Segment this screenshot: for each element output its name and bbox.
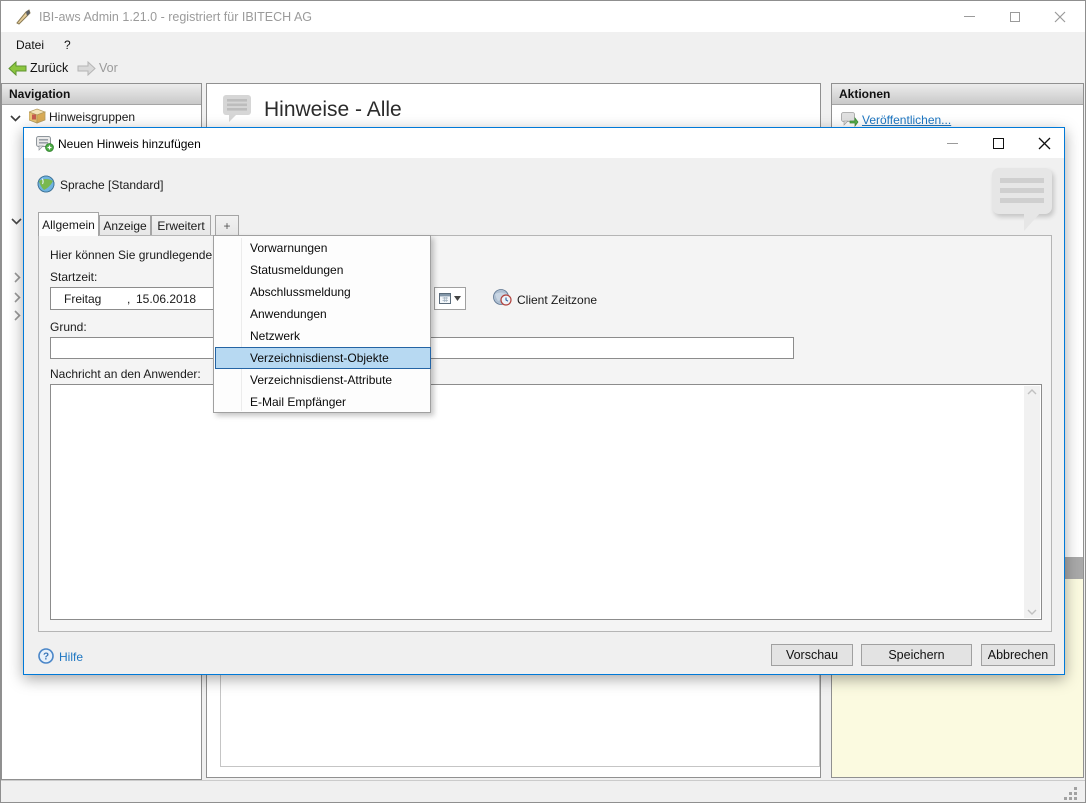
dialog-minimize-button[interactable]: [930, 128, 974, 158]
menu-bar: [1, 32, 1085, 56]
intro-text: Hier können Sie grundlegende Ei: [50, 248, 226, 262]
chevron-right-icon[interactable]: [13, 310, 22, 321]
textarea-scrollbar[interactable]: [1024, 386, 1040, 618]
speech-bubble-icon: [222, 94, 254, 124]
menu-help[interactable]: ?: [59, 36, 76, 54]
dialog-bubble-add-icon: [36, 136, 55, 152]
calendar-dropdown-button[interactable]: [434, 287, 466, 310]
close-button[interactable]: [1037, 1, 1082, 32]
forward-button: Vor: [99, 61, 118, 75]
client-timezone-label: Client Zeitzone: [517, 293, 597, 307]
chevron-down-icon: [454, 296, 461, 301]
maximize-button[interactable]: [992, 1, 1037, 32]
status-bar: [1, 780, 1085, 803]
scroll-up-icon[interactable]: [1027, 389, 1037, 395]
start-day[interactable]: Freitag: [64, 292, 101, 306]
watermark-bubble-icon: [992, 168, 1052, 214]
actions-header: Aktionen: [832, 84, 1083, 105]
hinweisgruppen-package-icon: [29, 108, 46, 124]
dialog-close-button[interactable]: [1022, 128, 1066, 158]
help-icon: ?: [38, 648, 54, 664]
minimize-button[interactable]: [947, 1, 992, 32]
nachricht-label: Nachricht an den Anwender:: [50, 367, 201, 381]
svg-text:?: ?: [43, 652, 49, 663]
chevron-right-icon[interactable]: [13, 292, 22, 303]
menu-item-verzeichnisdienst-attribute[interactable]: Verzeichnisdienst-Attribute: [215, 369, 431, 391]
add-tab-button[interactable]: +: [215, 215, 239, 236]
app-window: IBI-aws Admin 1.21.0 - registriert für I…: [0, 0, 1086, 803]
add-tab-popup-menu: Vorwarnungen Statusmeldungen Abschlussme…: [213, 235, 431, 413]
dialog-title-bar: Neuen Hinweis hinzufügen: [24, 128, 1064, 158]
client-timezone-icon: [492, 288, 512, 306]
help-link[interactable]: Hilfe: [59, 650, 83, 664]
language-label[interactable]: Sprache [Standard]: [60, 178, 163, 192]
start-separator: ,: [127, 292, 130, 306]
title-bar: IBI-aws Admin 1.21.0 - registriert für I…: [1, 1, 1085, 32]
back-arrow-icon[interactable]: [8, 61, 27, 76]
menu-datei[interactable]: Datei: [11, 36, 49, 54]
startzeit-label: Startzeit:: [50, 270, 97, 284]
menu-item-email-empfaenger[interactable]: E-Mail Empfänger: [215, 391, 431, 413]
sidebar-item-hinweisgruppen[interactable]: Hinweisgruppen: [49, 110, 135, 124]
menu-item-anwendungen[interactable]: Anwendungen: [215, 303, 431, 325]
speichern-button[interactable]: Speichern: [861, 644, 972, 666]
menu-item-netzwerk[interactable]: Netzwerk: [215, 325, 431, 347]
menu-item-vorwarnungen[interactable]: Vorwarnungen: [215, 237, 431, 259]
vorschau-button[interactable]: Vorschau: [771, 644, 853, 666]
menu-item-statusmeldungen[interactable]: Statusmeldungen: [215, 259, 431, 281]
menu-item-verzeichnisdienst-objekte[interactable]: Verzeichnisdienst-Objekte: [215, 347, 431, 369]
tab-anzeige[interactable]: Anzeige: [99, 215, 151, 236]
tab-content-allgemein: Hier können Sie grundlegende Ei Startzei…: [38, 235, 1052, 632]
grund-label: Grund:: [50, 320, 87, 334]
abbrechen-button[interactable]: Abbrechen: [981, 644, 1055, 666]
chevron-right-icon[interactable]: [13, 272, 22, 283]
dialog-title: Neuen Hinweis hinzufügen: [58, 137, 201, 151]
back-button[interactable]: Zurück: [30, 61, 68, 75]
start-date[interactable]: 15.06.2018: [136, 292, 196, 306]
watermark-bubble-tail: [1024, 212, 1041, 231]
dialog-maximize-button[interactable]: [976, 128, 1020, 158]
window-title: IBI-aws Admin 1.21.0 - registriert für I…: [39, 10, 312, 24]
page-title: Hinweise - Alle: [264, 98, 402, 122]
chevron-down-icon[interactable]: [11, 217, 22, 226]
publish-link[interactable]: Veröffentlichen...: [862, 113, 951, 127]
language-globe-icon: [37, 175, 55, 193]
resize-grip[interactable]: [1064, 787, 1078, 801]
scroll-down-icon[interactable]: [1027, 609, 1037, 615]
nachricht-textarea[interactable]: [50, 384, 1042, 620]
app-icon: [14, 8, 32, 26]
calendar-icon: [439, 293, 451, 304]
menu-item-abschlussmeldung[interactable]: Abschlussmeldung: [215, 281, 431, 303]
add-hinweis-dialog: Neuen Hinweis hinzufügen Sprache [Standa…: [23, 127, 1065, 675]
navigation-header: Navigation: [2, 84, 201, 105]
publish-icon: [841, 112, 859, 127]
tool-bar: [1, 56, 1085, 81]
chevron-down-icon[interactable]: [10, 114, 21, 123]
tab-erweitert[interactable]: Erweitert: [151, 215, 211, 236]
tab-allgemein[interactable]: Allgemein: [38, 212, 99, 236]
forward-arrow-icon: [77, 61, 96, 76]
